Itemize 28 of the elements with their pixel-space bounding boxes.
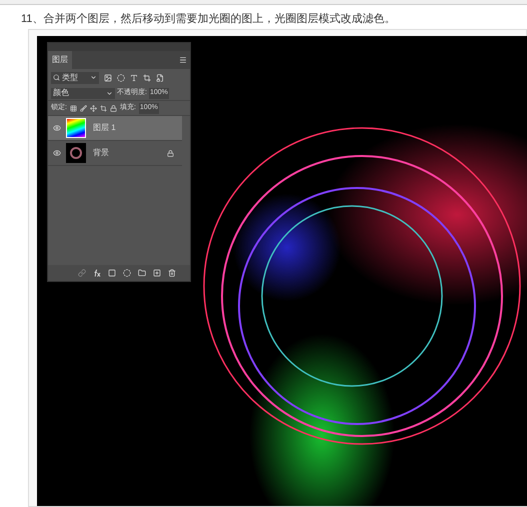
folder-icon[interactable] (138, 269, 146, 277)
move-icon[interactable] (90, 104, 97, 112)
rings-thumbnail (66, 143, 86, 163)
layer-name: 图层 1 (93, 122, 117, 134)
panel-menu-icon[interactable] (179, 56, 187, 64)
lock-pixels-icon[interactable] (70, 104, 77, 112)
filter-dropdown[interactable]: 类型 (51, 72, 99, 84)
rainbow-thumbnail (66, 118, 86, 138)
pixel-filter-icon[interactable] (104, 74, 112, 82)
layer-name: 背景 (93, 147, 110, 159)
instruction-text: 11、合并两个图层，然后移动到需要加光圈的图上，光圈图层模式改成滤色。 (20, 12, 396, 28)
search-icon (53, 74, 60, 81)
brush-icon[interactable] (80, 104, 87, 112)
link-icon[interactable] (78, 269, 86, 277)
trash-icon[interactable] (168, 269, 176, 277)
type-filter-icon[interactable] (130, 74, 138, 82)
layer-row[interactable]: 图层 1 (48, 116, 182, 141)
fx-icon[interactable] (93, 269, 101, 277)
chevron-icon (90, 74, 97, 81)
layer-row[interactable]: 背景 (48, 141, 182, 166)
chevron-icon (106, 90, 113, 96)
new-layer-icon[interactable] (153, 269, 161, 277)
layers-tab[interactable]: 图层 (48, 51, 72, 69)
eye-icon[interactable] (53, 124, 61, 132)
filter-label: 类型 (62, 72, 79, 84)
blend-mode-dropdown[interactable]: 颜色 (51, 88, 115, 98)
lock-icon[interactable] (110, 104, 117, 112)
eye-icon[interactable] (53, 149, 61, 157)
